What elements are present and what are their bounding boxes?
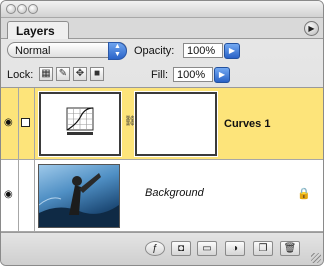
new-layer-icon[interactable]: ❐ — [253, 241, 273, 256]
fill-field[interactable]: 100% — [173, 67, 213, 82]
lock-image-pixels-icon[interactable]: ✎ — [56, 67, 70, 81]
opacity-slider-arrow-icon[interactable]: ▶ — [224, 43, 240, 59]
brush-mask-cell[interactable] — [18, 88, 35, 159]
eye-icon: ◉ — [4, 189, 13, 200]
blend-mode-value: Normal — [15, 45, 51, 57]
opacity-label: Opacity: — [134, 45, 175, 57]
layer-mask-thumbnail[interactable] — [134, 91, 218, 157]
photo-preview-icon — [38, 173, 119, 227]
layer-name[interactable]: Background — [145, 187, 204, 199]
panel-title-bar — [1, 1, 323, 18]
tab-layers[interactable]: Layers — [7, 21, 69, 39]
lock-position-icon[interactable]: ✥ — [73, 67, 87, 81]
lock-transparent-pixels-icon[interactable]: ▦ — [39, 67, 53, 81]
zoom-window-dot[interactable] — [28, 4, 38, 14]
minimize-window-dot[interactable] — [17, 4, 27, 14]
layers-bottom-toolbar: ƒ ◘ ▭ ◑ ❐ 🗑 — [1, 232, 323, 265]
add-mask-icon[interactable]: ◘ — [171, 241, 191, 256]
lock-icon: 🔒 — [297, 188, 311, 200]
mask-link-status-icon — [21, 118, 30, 127]
layer-row-curves[interactable]: ◉ ⛓ Curves 1 — [1, 88, 323, 160]
close-window-dot[interactable] — [6, 4, 16, 14]
layers-list: ◉ ⛓ Curves 1 ◉ Background 🔒 — [1, 88, 323, 233]
delete-layer-icon[interactable]: 🗑 — [280, 241, 300, 256]
visibility-cell[interactable]: ◉ — [1, 88, 19, 159]
select-arrows-icon: ▲ ▼ — [108, 42, 127, 60]
panel-menu-arrow-icon[interactable]: ▶ — [304, 21, 319, 36]
lock-fill-row: Lock: ▦ ✎ ✥ ■ Fill: 100% ▶ — [1, 63, 323, 88]
lock-all-icon[interactable]: ■ — [90, 67, 104, 81]
resize-grip-icon[interactable] — [311, 253, 321, 263]
visibility-cell[interactable]: ◉ — [1, 160, 19, 231]
brush-mask-cell[interactable] — [18, 160, 35, 231]
layer-name[interactable]: Curves 1 — [224, 118, 270, 130]
tab-row: Layers ▶ — [1, 18, 323, 39]
background-image-thumbnail[interactable] — [38, 164, 120, 228]
curves-adjustment-thumbnail[interactable] — [38, 91, 122, 157]
fill-label: Fill: — [151, 69, 169, 81]
new-group-icon[interactable]: ▭ — [197, 241, 217, 256]
new-adjustment-layer-icon[interactable]: ◑ — [225, 241, 245, 256]
layers-panel: Layers ▶ Normal ▲ ▼ Opacity: 100% ▶ Lock:… — [0, 0, 324, 266]
curves-graph-icon — [66, 107, 94, 135]
fill-slider-arrow-icon[interactable]: ▶ — [214, 67, 230, 83]
eye-icon: ◉ — [4, 117, 13, 128]
blend-mode-select[interactable]: Normal ▲ ▼ — [7, 42, 127, 60]
blend-opacity-row: Normal ▲ ▼ Opacity: 100% ▶ — [1, 39, 323, 63]
layer-style-icon[interactable]: ƒ — [145, 241, 165, 256]
layer-row-background[interactable]: ◉ Background 🔒 — [1, 160, 323, 232]
lock-label: Lock: — [7, 69, 34, 81]
opacity-field[interactable]: 100% — [183, 43, 223, 58]
